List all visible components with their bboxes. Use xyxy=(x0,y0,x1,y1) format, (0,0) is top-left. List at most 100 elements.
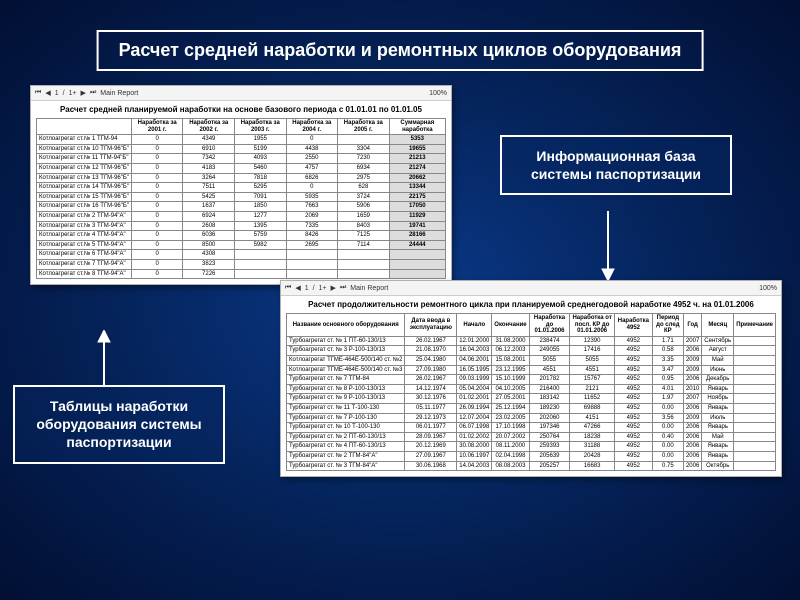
value-cell: 15.08.2001 xyxy=(492,355,529,365)
table-row: Котлоагрегат ТГМЕ-464Е-500/140 ст. №225.… xyxy=(287,355,776,365)
report1-table: Наработка за 2001 г.Наработка за 2002 г.… xyxy=(36,118,446,279)
value-cell: 5982 xyxy=(235,240,287,250)
value-cell: 2069 xyxy=(286,211,338,221)
value-cell xyxy=(734,413,776,423)
nav-next-icon[interactable]: ▶ xyxy=(81,89,86,97)
value-cell: 18238 xyxy=(570,432,615,442)
nav-next-icon[interactable]: ▶ xyxy=(331,284,336,292)
value-cell: 2007 xyxy=(683,394,701,404)
zoom-field[interactable]: 100% xyxy=(429,90,447,97)
equip-name-cell: Котлоагрегат ст.№ 14 ТГМ-96"Б" xyxy=(37,183,132,193)
value-cell: Январь xyxy=(702,384,734,394)
nav-prev-icon[interactable]: ◀ xyxy=(45,89,50,97)
equip-name-cell: Котлоагрегат ст.№ 7 ТГМ-94"А" xyxy=(37,259,132,269)
value-cell xyxy=(734,461,776,471)
value-cell: 7114 xyxy=(338,240,390,250)
page-field[interactable]: 1 xyxy=(55,90,59,97)
value-cell: 3823 xyxy=(183,259,235,269)
value-cell: 14.12.1974 xyxy=(405,384,457,394)
table-row: Турбоагрегат ст. № 2 ПТ-60-130/1328.09.1… xyxy=(287,432,776,442)
equip-name-cell: Котлоагрегат ТГМЕ-464Е-500/140 ст. №2 xyxy=(287,355,405,365)
value-cell: 0.00 xyxy=(652,442,683,452)
page-total: 1+ xyxy=(319,285,327,292)
value-cell: Ноябрь xyxy=(702,394,734,404)
value-cell: 2121 xyxy=(570,384,615,394)
equip-name-cell: Турбоагрегат ст. № 1 ПТ-60-130/13 xyxy=(287,336,405,346)
nav-first-icon[interactable]: ⏮ xyxy=(35,89,41,97)
value-cell: 69888 xyxy=(570,403,615,413)
equip-name-cell: Турбоагрегат ст. № 4 ПТ-60-130/13 xyxy=(287,442,405,452)
value-cell xyxy=(734,336,776,346)
arrow-left-up xyxy=(96,330,112,385)
value-cell xyxy=(734,394,776,404)
value-cell xyxy=(338,259,390,269)
value-cell: 47266 xyxy=(570,423,615,433)
value-cell: 19655 xyxy=(389,144,445,154)
value-cell: 2550 xyxy=(286,154,338,164)
value-cell: 4952 xyxy=(614,365,652,375)
value-cell xyxy=(389,269,445,279)
value-cell: 05.04.2004 xyxy=(457,384,492,394)
nav-last-icon[interactable]: ⏭ xyxy=(340,284,346,292)
equip-name-cell: Котлоагрегат ст.№ 11 ТГМ-94"Б" xyxy=(37,154,132,164)
value-cell: 01.02.2002 xyxy=(457,432,492,442)
equip-name-cell: Котлоагрегат ТГМЕ-464Е-500/140 ст. №3 xyxy=(287,365,405,375)
nav-last-icon[interactable]: ⏭ xyxy=(90,89,96,97)
value-cell xyxy=(235,269,287,279)
table-row: Котлоагрегат ст.№ 16 ТГМ-96"Б"0163718507… xyxy=(37,202,446,212)
value-cell: 25.12.1994 xyxy=(492,403,529,413)
value-cell: 2695 xyxy=(286,240,338,250)
value-cell: 6826 xyxy=(286,173,338,183)
value-cell: 4952 xyxy=(614,375,652,385)
value-cell xyxy=(389,250,445,260)
value-cell: 3.56 xyxy=(652,413,683,423)
value-cell: 5460 xyxy=(235,163,287,173)
value-cell: 3.35 xyxy=(652,355,683,365)
value-cell: 11652 xyxy=(570,394,615,404)
value-cell: 05.11.1977 xyxy=(405,403,457,413)
value-cell: 22175 xyxy=(389,192,445,202)
value-cell: 0 xyxy=(286,183,338,193)
value-cell: 1395 xyxy=(235,221,287,231)
value-cell: Январь xyxy=(702,442,734,452)
value-cell: 250764 xyxy=(529,432,570,442)
equip-name-cell: Турбоагрегат ст. № 8 Р-100-130/13 xyxy=(287,384,405,394)
report-repair-cycle: ⏮ ◀ 1 / 1+ ▶ ⏭ Main Report 100% Расчет п… xyxy=(280,280,782,477)
col-header: Суммарная наработка xyxy=(389,119,445,135)
zoom-field[interactable]: 100% xyxy=(759,285,777,292)
nav-first-icon[interactable]: ⏮ xyxy=(285,284,291,292)
value-cell: 30.08.2000 xyxy=(457,442,492,452)
value-cell: 31.08.2000 xyxy=(492,336,529,346)
value-cell xyxy=(734,365,776,375)
value-cell: 2608 xyxy=(183,221,235,231)
table-row: Турбоагрегат ст. № 1 ПТ-60-130/1326.02.1… xyxy=(287,336,776,346)
value-cell: 25.04.1980 xyxy=(405,355,457,365)
value-cell: 0 xyxy=(131,163,183,173)
value-cell: 7125 xyxy=(338,231,390,241)
value-cell: 249055 xyxy=(529,346,570,356)
nav-prev-icon[interactable]: ◀ xyxy=(295,284,300,292)
value-cell xyxy=(286,269,338,279)
table-row: Котлоагрегат ст.№ 4 ТГМ-94"А"06036575984… xyxy=(37,231,446,241)
value-cell: 205257 xyxy=(529,461,570,471)
value-cell: 7091 xyxy=(235,192,287,202)
value-cell: 06.07.1998 xyxy=(457,423,492,433)
value-cell: 4952 xyxy=(614,384,652,394)
value-cell: 6910 xyxy=(183,144,235,154)
value-cell: 2006 xyxy=(683,461,701,471)
value-cell: 2006 xyxy=(683,346,701,356)
value-cell: Май xyxy=(702,355,734,365)
value-cell: 2006 xyxy=(683,432,701,442)
value-cell xyxy=(734,375,776,385)
value-cell: 01.02.2001 xyxy=(457,394,492,404)
page-field[interactable]: 1 xyxy=(305,285,309,292)
value-cell: 628 xyxy=(338,183,390,193)
value-cell: 0 xyxy=(131,211,183,221)
value-cell: Июль xyxy=(702,413,734,423)
table-row: Котлоагрегат ст.№ 13 ТГМ-96"Б"0326478186… xyxy=(37,173,446,183)
value-cell: 189230 xyxy=(529,403,570,413)
value-cell: Сентябрь xyxy=(702,336,734,346)
col-header: Год xyxy=(683,314,701,337)
value-cell: 2006 xyxy=(683,442,701,452)
equip-name-cell: Котлоагрегат ст.№ 13 ТГМ-96"Б" xyxy=(37,173,132,183)
